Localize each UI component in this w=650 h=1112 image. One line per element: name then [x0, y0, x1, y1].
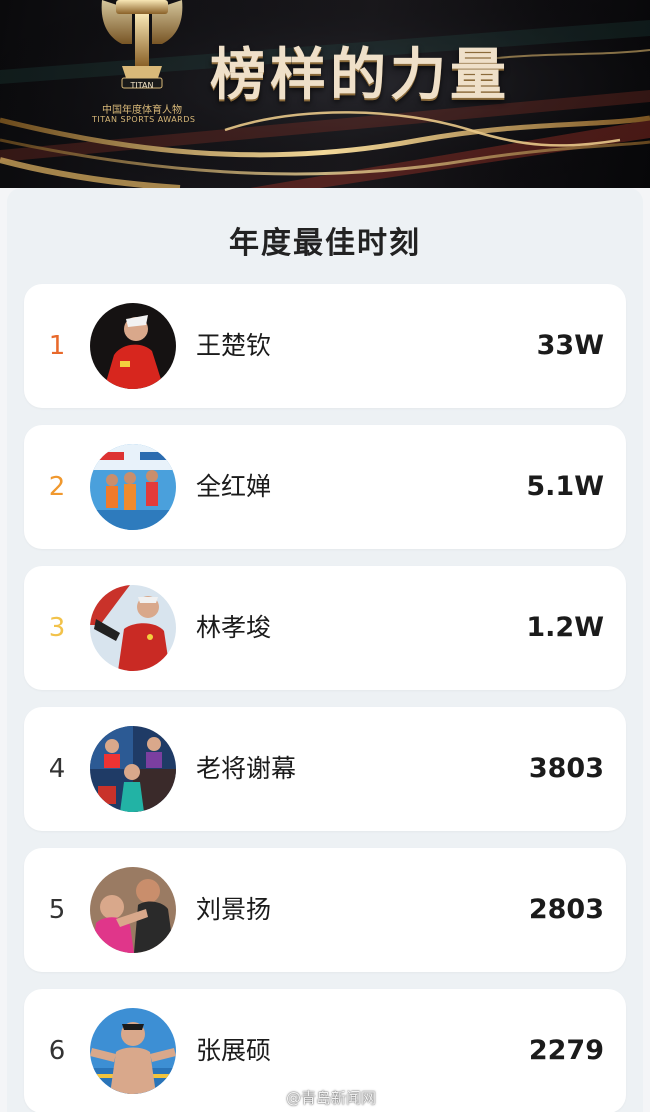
logo-caption-cn: 中国年度体育人物 [102, 105, 182, 116]
page: TITAN 中国年度体育人物 TITAN SPORTS AWARDS 榜样的力量… [0, 0, 650, 1112]
vote-count: 33W [536, 330, 604, 361]
vote-count: 5.1W [526, 471, 604, 502]
athlete-avatar[interactable] [90, 867, 176, 953]
athlete-name: 全红婵 [196, 472, 272, 501]
header-banner: TITAN 中国年度体育人物 TITAN SPORTS AWARDS 榜样的力量 [0, 0, 650, 188]
logo-caption-en: TITAN SPORTS AWARDS [92, 115, 196, 124]
athlete-name: 王楚钦 [196, 331, 272, 360]
rank-number: 3 [48, 613, 66, 643]
vote-count: 1.2W [526, 612, 604, 643]
athlete-avatar[interactable] [90, 585, 176, 671]
vote-count: 2279 [528, 1035, 604, 1066]
ranking-row[interactable]: 1 王楚钦 33W [24, 284, 626, 408]
rank-number: 4 [48, 754, 66, 784]
ranking-row[interactable]: 4 老将谢幕 3803 [24, 707, 626, 831]
ranking-row[interactable]: 3 林孝埈 1.2W [24, 566, 626, 690]
weibo-icon [258, 1089, 280, 1107]
watermark: @青岛新闻网 [258, 1084, 376, 1110]
vote-count: 2803 [528, 894, 604, 925]
athlete-avatar[interactable] [90, 1008, 176, 1094]
rank-number: 6 [48, 1036, 66, 1066]
vote-count: 3803 [528, 753, 604, 784]
banner-title: 榜样的力量 [210, 43, 510, 108]
rank-number: 2 [48, 472, 66, 502]
ranking-row[interactable]: 5 刘景扬 2803 [24, 848, 626, 972]
athlete-avatar[interactable] [90, 726, 176, 812]
rank-number: 5 [48, 895, 66, 925]
rank-number: 1 [48, 331, 66, 361]
athlete-name: 林孝埈 [196, 613, 272, 642]
athlete-avatar[interactable] [90, 444, 176, 530]
athlete-avatar[interactable] [90, 303, 176, 389]
watermark-text: @青岛新闻网 [286, 1088, 377, 1107]
section-title: 年度最佳时刻 [229, 226, 421, 261]
ranking-row[interactable]: 2 全红婵 5.1W [24, 425, 626, 549]
athlete-name: 老将谢幕 [196, 754, 297, 783]
athlete-name: 刘景扬 [196, 895, 272, 924]
logo-brand-text: TITAN [130, 81, 154, 90]
